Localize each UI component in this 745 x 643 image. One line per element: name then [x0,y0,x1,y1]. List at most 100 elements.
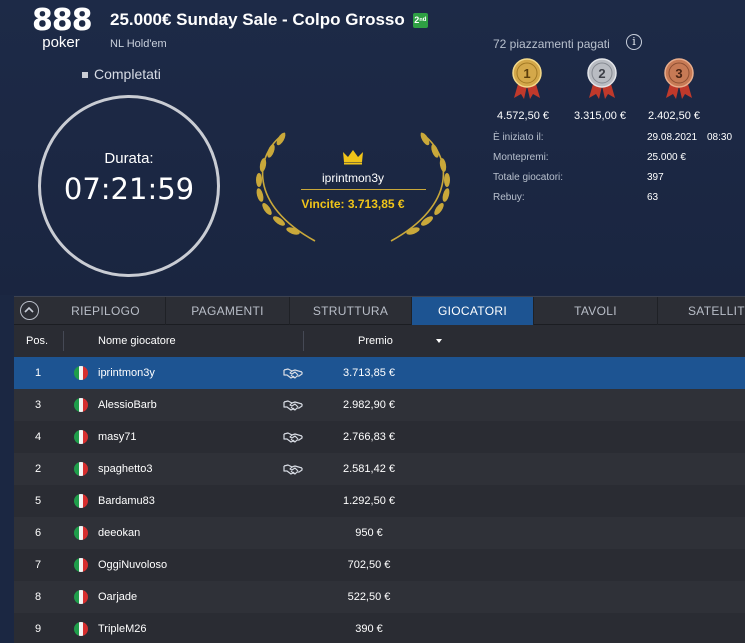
tab-struttura[interactable]: STRUTTURA [290,297,412,325]
status-square-icon [82,72,88,79]
second-chance-badge: 2ⁿᵈ [412,13,428,29]
rebuy-value: 63 [647,192,659,203]
tab-pagamenti[interactable]: PAGAMENTI [166,297,290,325]
laurel-wreath-icon [256,132,450,242]
player-position: 8 [34,591,42,603]
column-divider [303,331,304,351]
gold-prize-amount: 4.572,50 € [497,110,549,122]
italy-flag-icon [74,622,88,636]
duration-label: Durata: [104,150,154,167]
tab-giocatori[interactable]: GIOCATORI [412,297,534,325]
prizepool-value: 25.000 € [647,152,686,163]
italy-flag-icon [74,558,88,572]
players-value: 397 [647,172,664,183]
player-position: 3 [34,399,42,411]
chevron-up-icon [24,306,34,313]
players-label: Totale giocatori: [493,172,564,183]
winner-prize: Vincite: 3.713,85 € [301,197,405,211]
player-position: 5 [34,495,42,507]
player-position: 6 [34,527,42,539]
paid-places: 72 piazzamenti pagati [493,37,610,51]
bronze-prize-amount: 2.402,50 € [648,110,700,122]
winner-card: iprintmon3y Vincite: 3.713,85 € [245,125,465,245]
player-name: deeokan [98,527,141,539]
handshake-deal-icon [283,432,303,443]
player-prize: 390 € [355,623,383,635]
bronze-medal-place: 3 [675,66,683,81]
column-pos[interactable]: Pos. [26,327,48,355]
888poker-logo: 888 poker [32,3,93,51]
silver-prize-amount: 3.315,00 € [574,110,626,122]
tournament-header: 888 poker 25.000€ Sunday Sale - Colpo Gr… [0,0,745,295]
player-name: Bardamu83 [98,495,155,507]
tournament-status: Completati [82,66,161,82]
tab-riepilogo[interactable]: RIEPILOGO [46,297,166,325]
player-position: 9 [34,623,42,635]
player-name: iprintmon3y [98,367,155,379]
tab-tavoli[interactable]: TAVOLI [534,297,658,325]
column-name[interactable]: Nome giocatore [98,327,176,355]
info-icon[interactable]: i [626,34,642,50]
table-header: Pos. Nome giocatore Premio [14,327,745,355]
tab-satelliti[interactable]: SATELLITI [658,297,745,325]
silver-medal-place: 2 [598,66,606,81]
italy-flag-icon [74,462,88,476]
player-prize: 950 € [355,527,383,539]
duration-timer: Durata: 07:21:59 [38,95,220,277]
gold-medal-place: 1 [523,66,531,81]
rebuy-label: Rebuy: [493,192,525,203]
player-prize: 2.766,83 € [343,431,395,443]
italy-flag-icon [74,430,88,444]
table-row[interactable]: 1 iprintmon3y 3.713,85 € [14,357,745,389]
started-label: È iniziato il: [493,132,544,143]
handshake-deal-icon [283,464,303,475]
player-position: 1 [34,367,42,379]
player-name: AlessioBarb [98,399,157,411]
player-position: 4 [34,431,42,443]
player-prize: 1.292,50 € [343,495,395,507]
player-prize: 2.581,42 € [343,463,395,475]
lobby-panel: RIEPILOGO PAGAMENTI STRUTTURA GIOCATORI … [14,296,745,643]
game-type: NL Hold'em [110,38,167,50]
crown-icon [343,150,363,165]
player-name: TripleM26 [98,623,147,635]
italy-flag-icon [74,366,88,380]
table-row[interactable]: 9 TripleM26 390 € [14,613,745,643]
started-date: 29.08.2021 [647,132,698,143]
player-position: 7 [34,559,42,571]
table-row[interactable]: 3 AlessioBarb 2.982,90 € [14,389,745,421]
player-name: Oarjade [98,591,138,603]
winner-divider [301,189,426,190]
table-row[interactable]: 5 Bardamu83 1.292,50 € [14,485,745,517]
table-row[interactable]: 2 spaghetto3 2.581,42 € [14,453,745,485]
italy-flag-icon [74,590,88,604]
prizepool-label: Montepremi: [493,152,549,163]
table-row[interactable]: 4 masy71 2.766,83 € [14,421,745,453]
sort-down-icon[interactable] [436,339,442,343]
duration-value: 07:21:59 [63,172,195,206]
player-prize: 702,50 € [347,559,391,571]
table-row[interactable]: 8 Oarjade 522,50 € [14,581,745,613]
collapse-button[interactable] [20,301,39,320]
player-prize: 522,50 € [347,591,391,603]
table-row[interactable]: 7 OggiNuvoloso 702,50 € [14,549,745,581]
logo-number: 888 [32,3,93,38]
winner-name: iprintmon3y [321,171,385,185]
column-prize[interactable]: Premio [358,327,393,355]
status-text: Completati [94,66,161,82]
handshake-deal-icon [283,368,303,379]
started-time: 08:30 [707,132,733,143]
player-position: 2 [34,463,42,475]
player-prize: 2.982,90 € [343,399,395,411]
column-divider [63,331,64,351]
italy-flag-icon [74,526,88,540]
player-name: spaghetto3 [98,463,153,475]
italy-flag-icon [74,398,88,412]
player-name: masy71 [98,431,137,443]
tournament-title: 25.000€ Sunday Sale - Colpo Grosso 2ⁿᵈ [110,10,428,30]
italy-flag-icon [74,494,88,508]
lobby-tabs: RIEPILOGO PAGAMENTI STRUTTURA GIOCATORI … [14,297,745,325]
tournament-title-text: 25.000€ Sunday Sale - Colpo Grosso [110,10,405,29]
table-row[interactable]: 6 deeokan 950 € [14,517,745,549]
player-name: OggiNuvoloso [98,559,168,571]
